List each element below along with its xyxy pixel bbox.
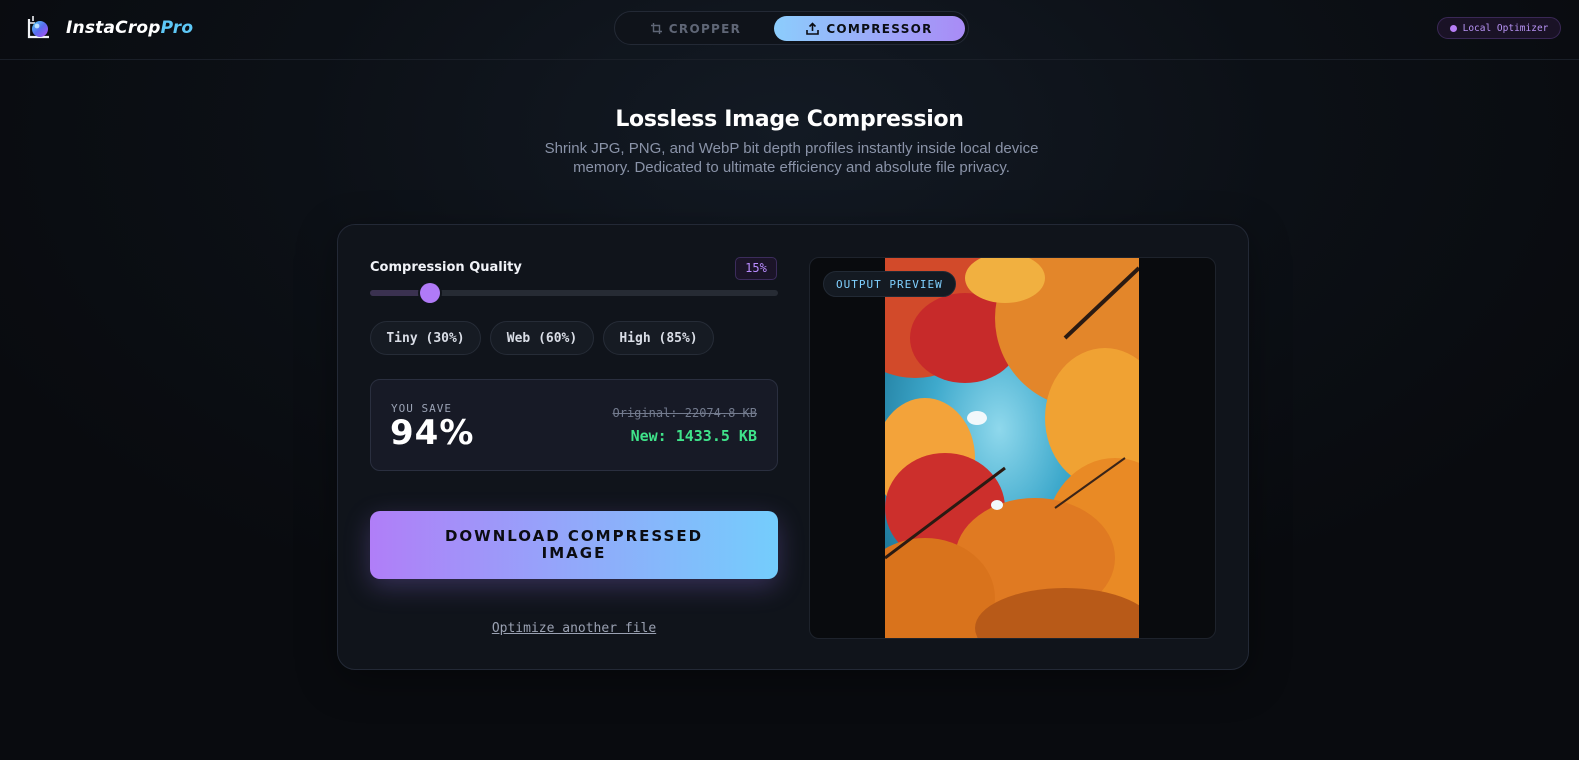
status-dot-icon — [1449, 24, 1457, 32]
quality-label: Compression Quality — [370, 260, 522, 275]
page-subtitle: Shrink JPG, PNG, and WebP bit depth prof… — [544, 140, 1039, 176]
brand-name[interactable]: InstaCropPro — [66, 18, 193, 38]
brand-main: InstaCrop — [66, 18, 161, 38]
download-button[interactable]: DOWNLOAD COMPRESSED IMAGE — [370, 511, 778, 579]
badge-label: Local Optimizer — [1462, 22, 1549, 34]
preset-tiny-button[interactable]: Tiny (30%) — [370, 321, 481, 355]
local-optimizer-badge: Local Optimizer — [1437, 17, 1561, 39]
new-size: New: 1433.5 KB — [630, 427, 757, 445]
output-preview-tag: OUTPUT PREVIEW — [823, 271, 956, 297]
tab-compressor[interactable]: COMPRESSOR — [774, 16, 965, 41]
logo-icon[interactable] — [27, 15, 52, 43]
preview-image — [885, 258, 1139, 638]
preset-web-button[interactable]: Web (60%) — [490, 321, 594, 355]
download-label-line2: IMAGE — [541, 544, 607, 562]
optimize-another-link[interactable]: Optimize another file — [370, 621, 778, 636]
top-bar: InstaCropPro CROPPER COMPRESSOR Local Op… — [0, 0, 1579, 60]
upload-icon — [806, 22, 820, 35]
download-label-line1: DOWNLOAD COMPRESSED — [444, 527, 704, 545]
page-title: Lossless Image Compression — [615, 107, 964, 132]
savings-panel: YOU SAVE 94% Original: 22074.8 KB New: 1… — [370, 379, 778, 471]
quality-slider[interactable] — [370, 283, 778, 303]
tab-cropper[interactable]: CROPPER — [621, 16, 771, 41]
quality-value-badge: 15% — [735, 257, 777, 280]
download-label: DOWNLOAD COMPRESSED IMAGE — [445, 528, 703, 562]
tab-compressor-label: COMPRESSOR — [826, 21, 933, 36]
output-preview-panel: OUTPUT PREVIEW — [809, 257, 1216, 639]
mode-switcher: CROPPER COMPRESSOR — [614, 11, 969, 45]
brand-accent: Pro — [160, 18, 194, 38]
tab-cropper-label: CROPPER — [668, 21, 742, 36]
original-size: Original: 22074.8 KB — [612, 406, 758, 420]
savings-percent: 94% — [390, 413, 475, 453]
preset-high-button[interactable]: High (85%) — [603, 321, 714, 355]
crop-icon — [650, 23, 662, 34]
